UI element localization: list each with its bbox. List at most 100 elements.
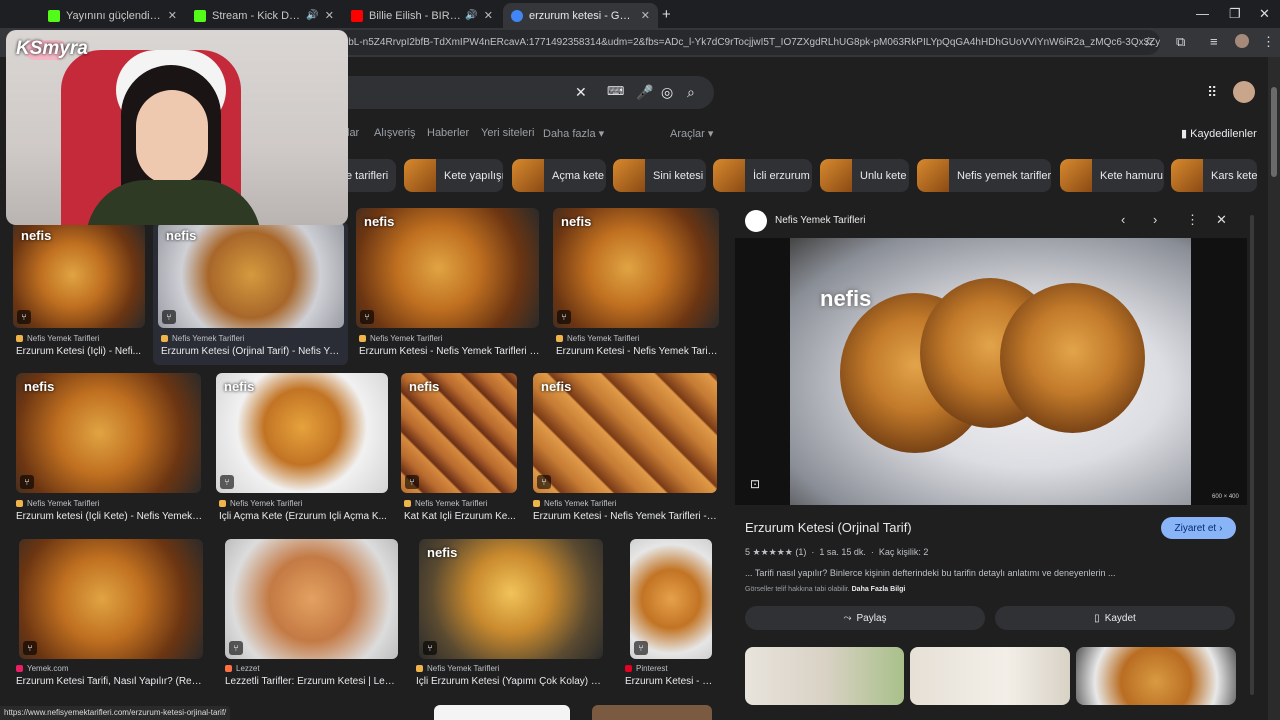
result-image[interactable]: nefis ⑂ bbox=[16, 373, 201, 493]
nav-tab-news[interactable]: Haberler bbox=[427, 127, 469, 139]
chip-kars-ketes[interactable]: Kars ketes bbox=[1171, 159, 1257, 192]
menu-icon[interactable]: ⋮ bbox=[1262, 34, 1275, 50]
close-icon[interactable]: ✕ bbox=[168, 9, 177, 22]
result-image[interactable]: nefis ⑂ bbox=[13, 222, 145, 328]
result-caption[interactable]: Erzurum ketesi (İçli Kete) - Nefis Yemek… bbox=[16, 511, 203, 522]
result-image-partial[interactable] bbox=[434, 705, 570, 720]
more-info-link[interactable]: Daha Fazla Bilgi bbox=[852, 586, 906, 593]
tools-button[interactable]: Araçlar ▾ bbox=[670, 127, 713, 140]
close-icon[interactable]: ✕ bbox=[484, 9, 493, 22]
result-source: Yemek.com bbox=[16, 664, 201, 673]
nav-tab-images[interactable]: lar bbox=[347, 127, 359, 139]
result-caption[interactable]: İçli Açma Kete (Erzurum İçli Açma K... bbox=[219, 511, 391, 522]
tab-kick-dashboard[interactable]: Stream - Kick Dashboard 🔊 ✕ bbox=[186, 3, 342, 28]
panel-scrollbar[interactable] bbox=[1250, 215, 1254, 695]
bookmark-icon: ▯ bbox=[1094, 612, 1100, 624]
chip-acma-kete[interactable]: Açma kete bbox=[512, 159, 606, 192]
close-window-icon[interactable]: ✕ bbox=[1259, 6, 1270, 22]
related-image[interactable] bbox=[1076, 647, 1236, 705]
chip-icli-erzurum[interactable]: İcli erzurum bbox=[713, 159, 812, 192]
keyboard-icon[interactable]: ⌨ bbox=[607, 84, 624, 98]
address-bar[interactable]: NbL-n5Z4RrvpI2bfB-TdXmIPW4nERcavA:177149… bbox=[335, 30, 1160, 55]
result-caption[interactable]: Erzurum Ketesi Tarifi, Nasıl Yapılır? (R… bbox=[16, 676, 203, 687]
recipe-icon: ⑂ bbox=[360, 310, 374, 324]
result-caption[interactable]: Erzurum Ketesi - Nefis Yemek Tarif... bbox=[556, 346, 718, 357]
site-favicon bbox=[745, 210, 767, 232]
profile-avatar[interactable] bbox=[1235, 34, 1249, 48]
result-caption[interactable]: Erzurum Ketesi - N... bbox=[625, 676, 717, 687]
nav-tab-more[interactable]: Daha fazla ▾ bbox=[543, 127, 604, 140]
recipe-icon: ⑂ bbox=[229, 641, 243, 655]
nav-tab-shopping[interactable]: Alışveriş bbox=[374, 127, 416, 139]
result-image[interactable]: nefis ⑂ bbox=[553, 208, 719, 328]
youtube-favicon-icon bbox=[351, 9, 363, 22]
tab-yayin[interactable]: Yayınını güçlendirme ✕ bbox=[40, 3, 185, 28]
apps-grid-icon[interactable]: ⠿ bbox=[1207, 84, 1217, 101]
search-input[interactable] bbox=[330, 76, 714, 109]
result-image[interactable]: nefis ⑂ bbox=[419, 539, 603, 659]
result-caption[interactable]: Erzurum Ketesi - Nefis Yemek Tarifleri -… bbox=[533, 511, 717, 522]
related-image[interactable] bbox=[910, 647, 1070, 705]
lens-icon[interactable]: ◎ bbox=[661, 84, 673, 101]
chip-kete-yapilisi[interactable]: Kete yapılışı bbox=[404, 159, 503, 192]
media-icon[interactable]: ≡ bbox=[1210, 34, 1218, 49]
result-image[interactable]: nefis ⑂ bbox=[401, 373, 517, 493]
result-source: Lezzet bbox=[225, 664, 395, 673]
search-icon[interactable]: ⌕ bbox=[687, 84, 695, 101]
account-avatar[interactable] bbox=[1233, 81, 1255, 103]
maximize-icon[interactable]: ❐ bbox=[1229, 6, 1241, 22]
panel-title[interactable]: Erzurum Ketesi (Orjinal Tarif) bbox=[745, 520, 912, 535]
previous-icon[interactable]: ‹ bbox=[1121, 212, 1125, 227]
more-options-icon[interactable]: ⋮ bbox=[1186, 212, 1199, 228]
next-icon[interactable]: › bbox=[1153, 212, 1157, 227]
related-image[interactable] bbox=[745, 647, 904, 705]
result-image[interactable]: ⑂ bbox=[225, 539, 398, 659]
recipe-icon: ⑂ bbox=[23, 641, 37, 655]
clear-icon[interactable]: ✕ bbox=[575, 84, 587, 101]
chip-unlu-kete[interactable]: Unlu kete bbox=[820, 159, 909, 192]
recipe-icon: ⑂ bbox=[405, 475, 419, 489]
visit-button[interactable]: Ziyaret et › bbox=[1161, 517, 1236, 539]
nefis-watermark: nefis bbox=[820, 286, 872, 311]
result-image[interactable]: ⑂ bbox=[19, 539, 203, 659]
chip-sini-ketesi[interactable]: Sini ketesi bbox=[613, 159, 706, 192]
save-button[interactable]: ▯ Kaydet bbox=[995, 606, 1235, 630]
share-button[interactable]: ⤳ Paylaş bbox=[745, 606, 985, 630]
panel-site-name[interactable]: Nefis Yemek Tarifleri bbox=[775, 215, 865, 226]
microphone-icon[interactable]: 🎤 bbox=[636, 84, 653, 101]
close-icon[interactable]: ✕ bbox=[325, 9, 334, 22]
saved-button[interactable]: ▮ Kaydedilenler bbox=[1181, 127, 1257, 140]
lens-search-icon[interactable]: ⊡ bbox=[750, 477, 760, 491]
close-panel-icon[interactable]: ✕ bbox=[1216, 212, 1227, 228]
result-caption[interactable]: Kat Kat İçli Erzurum Ke... bbox=[404, 511, 520, 522]
chip-nefis-yemek[interactable]: Nefis yemek tarifleri bbox=[917, 159, 1051, 192]
result-image[interactable]: nefis ⑂ bbox=[158, 222, 344, 328]
bookmark-star-icon[interactable]: ☆ bbox=[1143, 34, 1155, 50]
tab-google-search[interactable]: erzurum ketesi - Google'da Ara ✕ bbox=[503, 3, 658, 28]
result-image[interactable]: ⑂ bbox=[630, 539, 712, 659]
tab-youtube[interactable]: Billie Eilish - BIRDS OF A FE 🔊 ✕ bbox=[343, 3, 501, 28]
extensions-icon[interactable]: ⧉ bbox=[1176, 34, 1185, 50]
page-scrollbar[interactable] bbox=[1268, 57, 1280, 720]
speaker-icon[interactable]: 🔊 bbox=[465, 10, 477, 21]
preview-image[interactable]: nefis bbox=[790, 238, 1191, 505]
result-image-partial[interactable] bbox=[592, 705, 712, 720]
result-image[interactable]: nefis ⑂ bbox=[533, 373, 717, 493]
result-source: Nefis Yemek Tarifleri bbox=[416, 664, 601, 673]
new-tab-icon[interactable]: + bbox=[662, 6, 671, 23]
nav-tab-places[interactable]: Yeri siteleri bbox=[481, 127, 534, 139]
result-image[interactable]: nefis ⑂ bbox=[356, 208, 539, 328]
result-caption[interactable]: İçli Erzurum Ketesi (Yapımı Çok Kolay) -… bbox=[416, 676, 603, 687]
face bbox=[136, 90, 208, 185]
chip-kete-hamuru[interactable]: Kete hamuru bbox=[1060, 159, 1164, 192]
minimize-icon[interactable]: — bbox=[1196, 6, 1209, 21]
result-caption[interactable]: Lezzetli Tarifler: Erzurum Ketesi | Lezz… bbox=[225, 676, 399, 687]
result-caption[interactable]: Erzurum Ketesi - Nefis Yemek Tarifleri -… bbox=[359, 346, 541, 357]
result-source: Pinterest bbox=[625, 664, 715, 673]
close-icon[interactable]: ✕ bbox=[641, 9, 650, 22]
result-caption[interactable]: Erzurum Ketesi (Orjinal Tarif) - Nefis Y… bbox=[161, 346, 343, 357]
chip-tarifleri[interactable]: e tarifleri bbox=[340, 159, 396, 192]
result-image[interactable]: nefis ⑂ bbox=[216, 373, 388, 493]
result-caption[interactable]: Erzurum Ketesi (İçli) - Nefi... bbox=[16, 346, 146, 357]
speaker-icon[interactable]: 🔊 bbox=[306, 10, 318, 21]
